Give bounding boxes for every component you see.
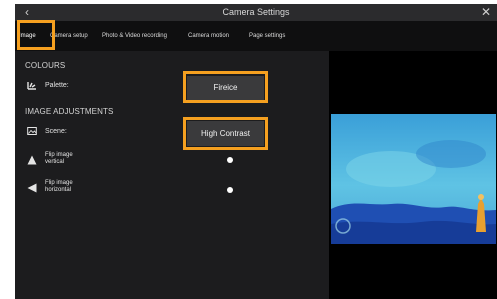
highlight-image-tab [17,20,55,50]
highlight-palette-select [183,71,268,103]
thermal-preview-graphic [331,114,496,244]
flip-horizontal-label: Flip image horizontal [45,180,73,194]
section-heading-colours: COLOURS [25,61,66,70]
tab-photo-video-recording[interactable]: Photo & Video recording [102,33,167,39]
settings-panel: COLOURS Palette: Fireice IMAGE ADJUSTMEN… [15,51,329,299]
flip-horizontal-toggle[interactable] [227,187,233,193]
flip-vertical-label: Flip image vertical [45,152,73,166]
palette-label: Palette: [45,82,69,89]
highlight-scene-select [183,117,268,150]
flip-vertical-icon [27,155,37,165]
palette-icon [27,82,36,90]
tab-page-settings[interactable]: Page settings [249,33,285,39]
title-bar: ‹ Camera Settings ✕ [15,4,497,21]
scene-icon [27,127,37,135]
tab-bar: Image Camera setup Photo & Video recordi… [15,21,497,51]
close-icon[interactable]: ✕ [481,5,491,19]
flip-vertical-toggle[interactable] [227,157,233,163]
section-heading-image-adjustments: IMAGE ADJUSTMENTS [25,107,114,116]
flip-horizontal-icon [27,183,37,193]
thermal-preview-image [331,114,496,244]
camera-settings-window: ‹ Camera Settings ✕ Image Camera setup P… [15,4,497,299]
scene-label: Scene: [45,128,67,135]
flip-horizontal-label-line1: Flip image [45,180,73,186]
tab-camera-setup[interactable]: Camera setup [50,33,88,39]
flip-vertical-label-line1: Flip image [45,152,73,158]
flip-horizontal-label-line2: horizontal [45,187,72,193]
tab-camera-motion[interactable]: Camera motion [188,33,229,39]
flip-vertical-label-line2: vertical [45,159,65,165]
window-title: Camera Settings [222,7,290,17]
